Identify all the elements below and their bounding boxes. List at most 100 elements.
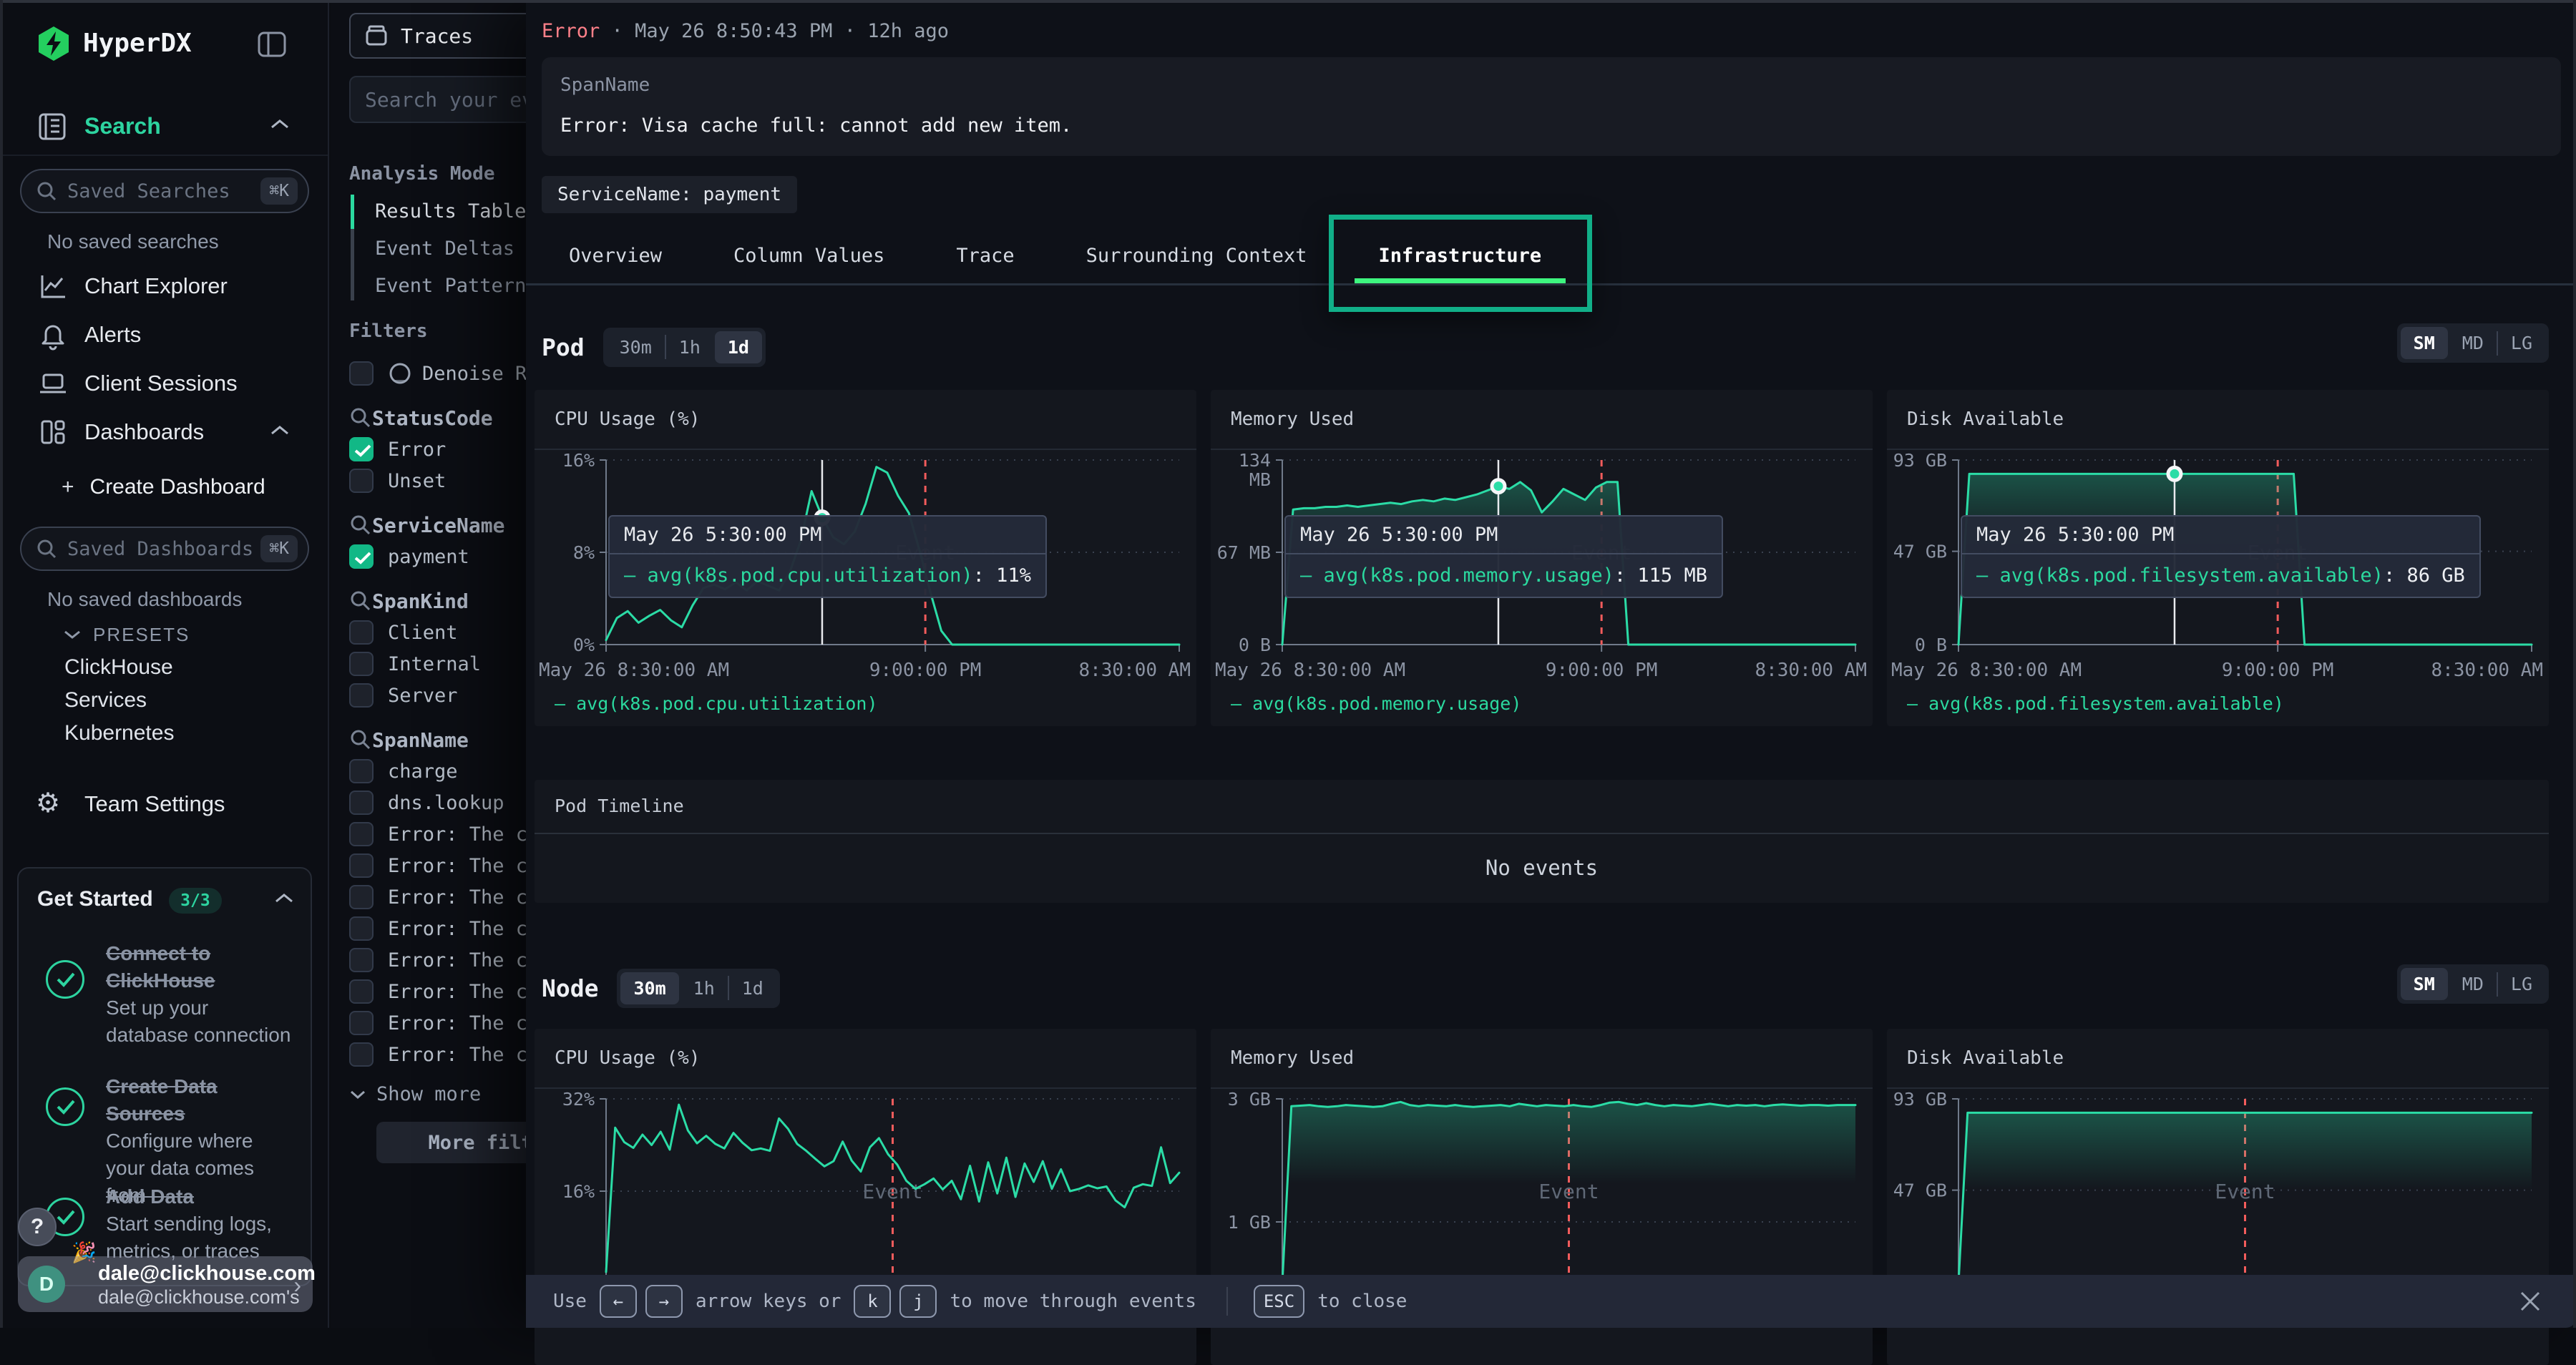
service-name-chip[interactable]: ServiceName: payment [542, 176, 797, 213]
user-profile-button[interactable]: D dale@clickhouse.com dale@clickhouse.co… [18, 1256, 313, 1312]
chevron-up-icon [269, 424, 291, 438]
filter-option-label: Error: The cr [388, 981, 526, 1003]
pod-size-sm[interactable]: SM [2401, 327, 2448, 359]
search-icon [36, 180, 57, 202]
tooltip-time: May 26 5:30:00 PM [610, 517, 1045, 554]
more-filters-button[interactable]: More filters [376, 1122, 526, 1163]
tab-column-values[interactable]: Column Values [698, 230, 920, 280]
filter-option-row[interactable]: Error: The cr [349, 1039, 526, 1070]
k-key[interactable]: k [854, 1285, 891, 1318]
filter-group-statuscode: StatusCode [349, 402, 493, 434]
arrow-left-key[interactable]: ← [600, 1285, 637, 1318]
tab-overview[interactable]: Overview [533, 230, 698, 280]
preset-item-clickhouse[interactable]: ClickHouse [64, 655, 173, 680]
esc-key[interactable]: ESC [1254, 1285, 1304, 1318]
sidebar-item-search[interactable]: Search [0, 107, 329, 147]
pod-size-lg[interactable]: LG [2498, 327, 2545, 359]
tab-surrounding-context[interactable]: Surrounding Context [1050, 230, 1343, 280]
node-section-header: Node 30m1h1d [542, 964, 780, 1012]
pod-size-md[interactable]: MD [2449, 327, 2497, 359]
chart-title: CPU Usage (%) [555, 1047, 701, 1069]
sidebar-item-dashboards[interactable]: Dashboards [0, 415, 329, 452]
keyboard-hints-footer: Use ← → arrow keys or k j to move throug… [526, 1275, 2576, 1328]
filter-option-row[interactable]: charge [349, 755, 458, 787]
filter-option-row[interactable]: Client [349, 617, 458, 648]
chart-legend: — avg(k8s.pod.memory.usage) [1231, 693, 1521, 714]
event-timestamp: May 26 8:50:43 PM [635, 20, 832, 42]
filter-option-row[interactable]: Internal [349, 648, 481, 680]
tab-trace[interactable]: Trace [920, 230, 1050, 280]
show-more-button[interactable]: Show more [349, 1083, 481, 1105]
svg-text:0 B: 0 B [1239, 635, 1271, 655]
filter-option-row[interactable]: Error: The cr [349, 913, 526, 944]
filter-option-row[interactable]: Unset [349, 465, 446, 496]
checkbox-unchecked[interactable] [349, 361, 374, 386]
filter-option-row[interactable]: Error: The cr [349, 976, 526, 1007]
sidebar-item-team-settings[interactable]: ⚙ Team Settings [0, 787, 329, 824]
create-dashboard-button[interactable]: +Create Dashboard [62, 475, 265, 499]
checkbox-unchecked[interactable] [349, 683, 374, 708]
checkbox-unchecked[interactable] [349, 759, 374, 783]
filter-option-row[interactable]: Error: The cr [349, 850, 526, 881]
collapse-sidebar-icon[interactable] [256, 29, 288, 60]
close-icon[interactable] [2516, 1287, 2545, 1316]
sidebar-item-chart-explorer[interactable]: Chart Explorer [0, 269, 329, 306]
node-range-1h[interactable]: 1h [680, 972, 728, 1004]
node-size-lg[interactable]: LG [2498, 968, 2545, 1000]
filter-option-row[interactable]: Error: The cr [349, 881, 526, 913]
filter-option-row[interactable]: Error: The cr [349, 818, 526, 850]
node-range-30m[interactable]: 30m [620, 972, 678, 1004]
checkbox-unchecked[interactable] [349, 791, 374, 815]
j-key[interactable]: j [899, 1285, 937, 1318]
preset-item-kubernetes[interactable]: Kubernetes [64, 721, 174, 745]
saved-searches-input[interactable]: Saved Searches ⌘K [20, 169, 309, 213]
pod-range-30m[interactable]: 30m [607, 331, 665, 363]
analysis-mode-results-table[interactable]: Results Table [375, 200, 526, 222]
presets-toggle[interactable]: PRESETS [63, 624, 190, 646]
preset-item-services[interactable]: Services [64, 688, 147, 713]
user-team: dale@clickhouse.com's [98, 1286, 300, 1308]
filter-option-row[interactable]: Error: The cr [349, 1007, 526, 1039]
checkbox-unchecked[interactable] [349, 620, 374, 645]
node-size-md[interactable]: MD [2449, 968, 2497, 1000]
get-started-item-title: Connect to ClickHouse [106, 940, 295, 994]
checkbox-unchecked[interactable] [349, 822, 374, 846]
checkbox-unchecked[interactable] [349, 916, 374, 941]
filter-option-label: Client [388, 622, 458, 644]
checkbox-unchecked[interactable] [349, 469, 374, 493]
checkbox-checked[interactable] [349, 437, 374, 461]
tab-infrastructure[interactable]: Infrastructure [1343, 230, 1578, 280]
saved-dashboards-input[interactable]: Saved Dashboards ⌘K [20, 527, 309, 571]
checkbox-unchecked[interactable] [349, 652, 374, 676]
node-section-title: Node [542, 974, 598, 1002]
checkbox-unchecked[interactable] [349, 1011, 374, 1035]
checkbox-unchecked[interactable] [349, 885, 374, 909]
sidebar-item-client-sessions[interactable]: Client Sessions [0, 366, 329, 403]
svg-text:8:30:00 AM: 8:30:00 AM [2431, 660, 2543, 681]
filter-option-row[interactable]: Error: The cr [349, 944, 526, 976]
checkbox-checked[interactable] [349, 544, 374, 569]
checkbox-unchecked[interactable] [349, 948, 374, 972]
sidebar-item-alerts[interactable]: Alerts [0, 318, 329, 355]
node-size-sm[interactable]: SM [2401, 968, 2448, 1000]
get-started-header[interactable]: Get Started 3/3 [37, 887, 295, 911]
checkbox-unchecked[interactable] [349, 1042, 374, 1067]
event-search-input[interactable]: Search your events [349, 76, 526, 123]
analysis-mode-event-deltas[interactable]: Event Deltas [375, 238, 514, 260]
help-button[interactable]: ? [18, 1208, 57, 1246]
checkbox-unchecked[interactable] [349, 853, 374, 878]
source-select[interactable]: Traces [349, 13, 526, 59]
arrow-right-key[interactable]: → [645, 1285, 683, 1318]
node-range-1d[interactable]: 1d [729, 972, 776, 1004]
filter-option-row[interactable]: Error [349, 434, 446, 465]
filter-option-row[interactable]: payment [349, 541, 469, 572]
denoise-checkbox-row[interactable]: Denoise Results [349, 358, 526, 389]
pod-range-1h[interactable]: 1h [666, 331, 713, 363]
filter-option-row[interactable]: dns.lookup [349, 787, 504, 818]
checkbox-unchecked[interactable] [349, 979, 374, 1004]
sidebar-item-label: Alerts [84, 322, 141, 348]
filter-option-row[interactable]: Server [349, 680, 458, 711]
analysis-mode-event-patterns[interactable]: Event Patterns [375, 275, 526, 297]
pod-range-1d[interactable]: 1d [715, 331, 762, 363]
svg-text:93 GB: 93 GB [1893, 1089, 1947, 1110]
